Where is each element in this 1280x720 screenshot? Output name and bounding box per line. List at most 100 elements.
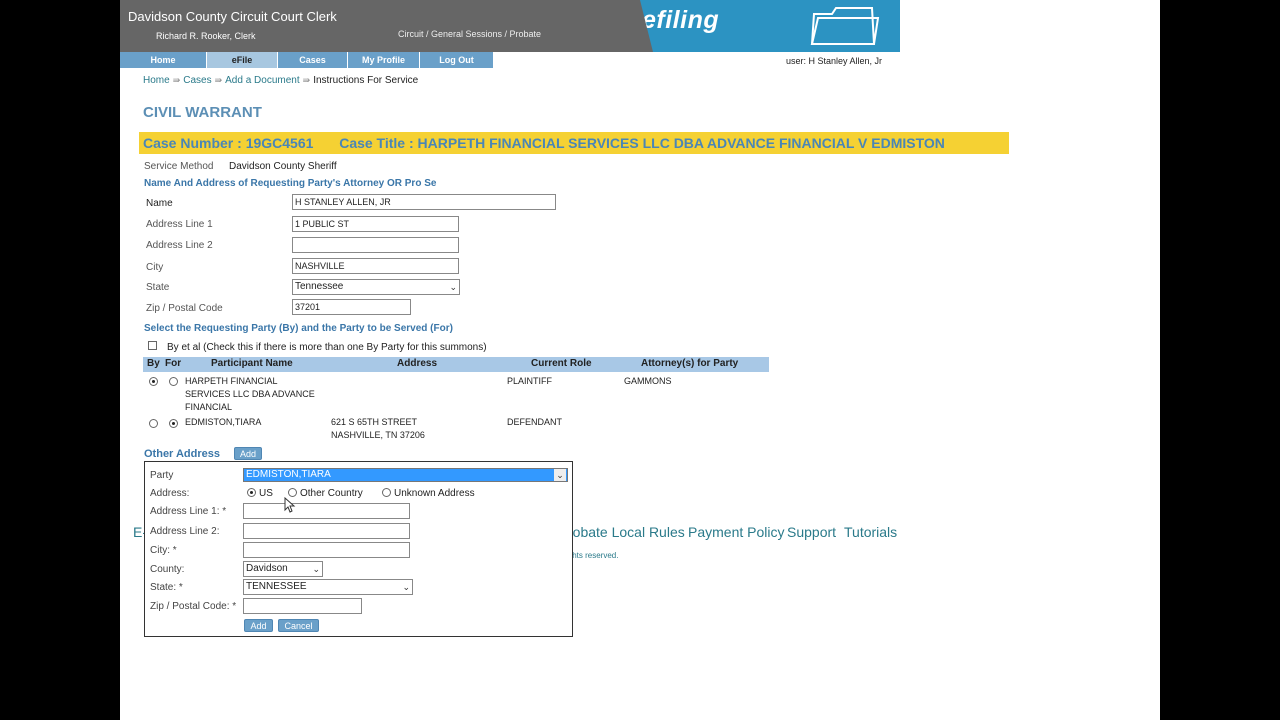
address-line-1-input[interactable]: 1 PUBLIC ST xyxy=(292,216,459,232)
popup-state-label: State: * xyxy=(150,582,183,593)
nav-tab-my-profile[interactable]: My Profile xyxy=(348,52,420,68)
participant-attorney: GAMMONS xyxy=(624,376,672,386)
participant-name: SERVICES LLC DBA ADVANCE xyxy=(185,389,315,399)
current-user: user: H Stanley Allen, Jr xyxy=(786,56,883,66)
participant-name: HARPETH FINANCIAL xyxy=(185,376,278,386)
address-line-2-label: Address Line 2 xyxy=(146,240,213,251)
participant-name: FINANCIAL xyxy=(185,402,233,412)
popup-county-value: Davidson xyxy=(246,563,288,574)
participant-address: 621 S 65TH STREET xyxy=(331,417,418,427)
chevron-down-icon: ⌄ xyxy=(312,564,320,574)
city-input[interactable]: NASHVILLE xyxy=(292,258,459,274)
popup-address-line-1-input[interactable] xyxy=(243,503,410,519)
breadcrumb-current: Instructions For Service xyxy=(313,75,419,86)
state-select[interactable]: Tennessee ⌄ xyxy=(292,279,460,295)
city-label: City xyxy=(146,262,164,273)
popup-add-button[interactable]: Add xyxy=(244,619,273,632)
address-other-country-label: Other Country xyxy=(300,488,363,499)
popup-state-value: TENNESSEE xyxy=(246,581,307,592)
participant-address: NASHVILLE, TN 37206 xyxy=(331,430,425,440)
by-radio[interactable] xyxy=(149,419,158,428)
other-address-add-button[interactable]: Add xyxy=(234,447,262,460)
case-title: Case Title : HARPETH FINANCIAL SERVICES … xyxy=(339,135,945,151)
page-title: CIVIL WARRANT xyxy=(143,104,262,121)
breadcrumb-separator-icon: ⇛ xyxy=(302,75,311,85)
main-nav: Home eFile Cases My Profile Log Out xyxy=(120,52,494,68)
breadcrumb-cases[interactable]: Cases xyxy=(183,75,211,86)
party-select[interactable]: EDMISTON,TIARA ⌄ xyxy=(243,468,568,482)
popup-city-input[interactable] xyxy=(243,542,410,558)
court-name: Davidson County Circuit Court Clerk xyxy=(128,9,337,24)
service-method-label: Service Method xyxy=(144,161,214,172)
address-other-country-radio[interactable] xyxy=(288,488,297,497)
by-radio[interactable] xyxy=(149,377,158,386)
col-for: For xyxy=(165,358,182,369)
nav-tab-home[interactable]: Home xyxy=(120,52,207,68)
attorney-section-heading: Name And Address of Requesting Party's A… xyxy=(144,178,437,189)
popup-zip-label: Zip / Postal Code: * xyxy=(150,601,237,612)
chevron-down-icon: ⌄ xyxy=(554,469,566,481)
zip-input[interactable]: 37201 xyxy=(292,299,411,315)
by-et-al-checkbox[interactable] xyxy=(148,341,157,350)
browser-page: Davidson County Circuit Court Clerk Rich… xyxy=(120,0,1160,720)
breadcrumb-add-document[interactable]: Add a Document xyxy=(225,75,300,86)
chevron-down-icon: ⌄ xyxy=(449,282,457,292)
col-participant-name: Participant Name xyxy=(211,358,293,369)
col-by: By xyxy=(147,358,160,369)
for-radio[interactable] xyxy=(169,377,178,386)
state-select-value: Tennessee xyxy=(295,281,344,292)
popup-county-label: County: xyxy=(150,564,185,575)
popup-address-line-2-input[interactable] xyxy=(243,523,410,539)
folder-icon xyxy=(810,7,880,45)
address-us-radio[interactable] xyxy=(247,488,256,497)
address-unknown-label: Unknown Address xyxy=(394,488,475,499)
address-line-1-label: Address Line 1 xyxy=(146,219,213,230)
address-type-label: Address: xyxy=(150,488,190,499)
col-attorneys: Attorney(s) for Party xyxy=(641,358,739,369)
footer-link-tutorials[interactable]: Tutorials xyxy=(844,524,897,540)
popup-zip-input[interactable] xyxy=(243,598,362,614)
mouse-cursor-icon xyxy=(284,497,296,513)
footer-link-local-rules[interactable]: robate Local Rules xyxy=(568,524,685,540)
popup-city-label: City: * xyxy=(150,545,177,556)
chevron-down-icon: ⌄ xyxy=(402,582,410,592)
name-label: Name xyxy=(146,198,173,209)
court-divisions: Circuit / General Sessions / Probate xyxy=(398,29,542,39)
col-current-role: Current Role xyxy=(531,358,592,369)
efiling-banner: efiling xyxy=(640,0,900,52)
popup-cancel-button[interactable]: Cancel xyxy=(278,619,319,632)
address-unknown-radio[interactable] xyxy=(382,488,391,497)
site-header: Davidson County Circuit Court Clerk Rich… xyxy=(120,0,900,52)
footer-link-support[interactable]: Support xyxy=(787,524,836,540)
other-address-heading: Other Address xyxy=(144,448,221,460)
party-table-header: By For Participant Name Address Current … xyxy=(143,357,769,372)
case-banner: Case Number : 19GC4561 Case Title : HARP… xyxy=(139,132,1009,154)
party-label: Party xyxy=(150,470,174,481)
popup-address-line-1-label: Address Line 1: * xyxy=(150,506,227,517)
efiling-logo-text: efiling xyxy=(642,6,720,34)
popup-address-line-2-label: Address Line 2: xyxy=(150,526,220,537)
participant-role: DEFENDANT xyxy=(507,417,563,427)
for-radio[interactable] xyxy=(169,419,178,428)
participant-name: EDMISTON,TIARA xyxy=(185,417,262,427)
zip-label: Zip / Postal Code xyxy=(146,303,223,314)
footer-link-payment-policy[interactable]: Payment Policy xyxy=(688,524,784,540)
address-us-label: US xyxy=(259,488,273,499)
nav-tab-cases[interactable]: Cases xyxy=(278,52,348,68)
other-address-dialog: Party EDMISTON,TIARA ⌄ Address: US Other… xyxy=(144,461,573,637)
footer-copyright: ights reserved. xyxy=(566,551,619,560)
address-line-2-input[interactable] xyxy=(292,237,459,253)
case-number: Case Number : 19GC4561 xyxy=(143,135,314,151)
state-label: State xyxy=(146,282,170,293)
service-method-value: Davidson County Sheriff xyxy=(229,161,337,172)
breadcrumb-home[interactable]: Home xyxy=(143,75,170,86)
breadcrumb: Home ⇛ Cases ⇛ Add a Document ⇛ Instructions F… xyxy=(143,75,418,86)
popup-state-select[interactable]: TENNESSEE ⌄ xyxy=(243,579,413,595)
nav-tab-log-out[interactable]: Log Out xyxy=(420,52,494,68)
nav-tab-efile[interactable]: eFile xyxy=(207,52,278,68)
attorney-name-input[interactable]: H STANLEY ALLEN, JR xyxy=(292,194,556,210)
popup-county-select[interactable]: Davidson ⌄ xyxy=(243,561,323,577)
party-section-heading: Select the Requesting Party (By) and the… xyxy=(144,323,453,334)
clerk-name: Richard R. Rooker, Clerk xyxy=(156,31,256,41)
col-address: Address xyxy=(397,358,438,369)
